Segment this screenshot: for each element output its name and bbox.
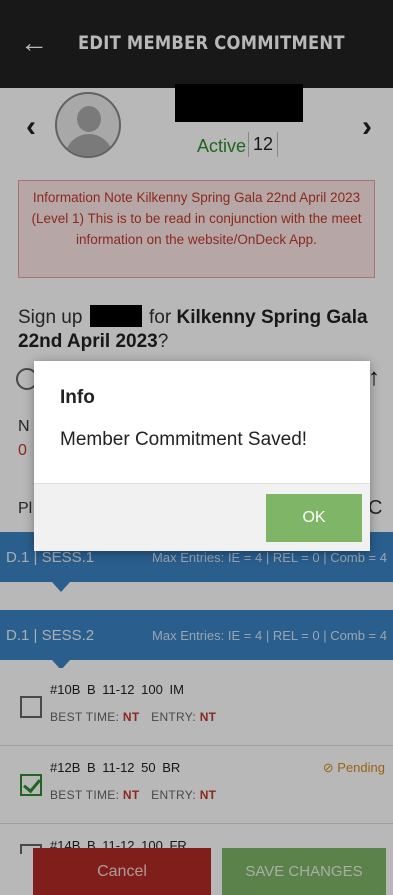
- ok-button[interactable]: OK: [266, 494, 362, 542]
- dialog-message: Member Commitment Saved!: [60, 429, 308, 450]
- info-dialog: Info Member Commitment Saved! OK: [34, 361, 370, 551]
- dialog-footer: OK: [34, 483, 370, 551]
- dialog-title: Info: [60, 387, 95, 408]
